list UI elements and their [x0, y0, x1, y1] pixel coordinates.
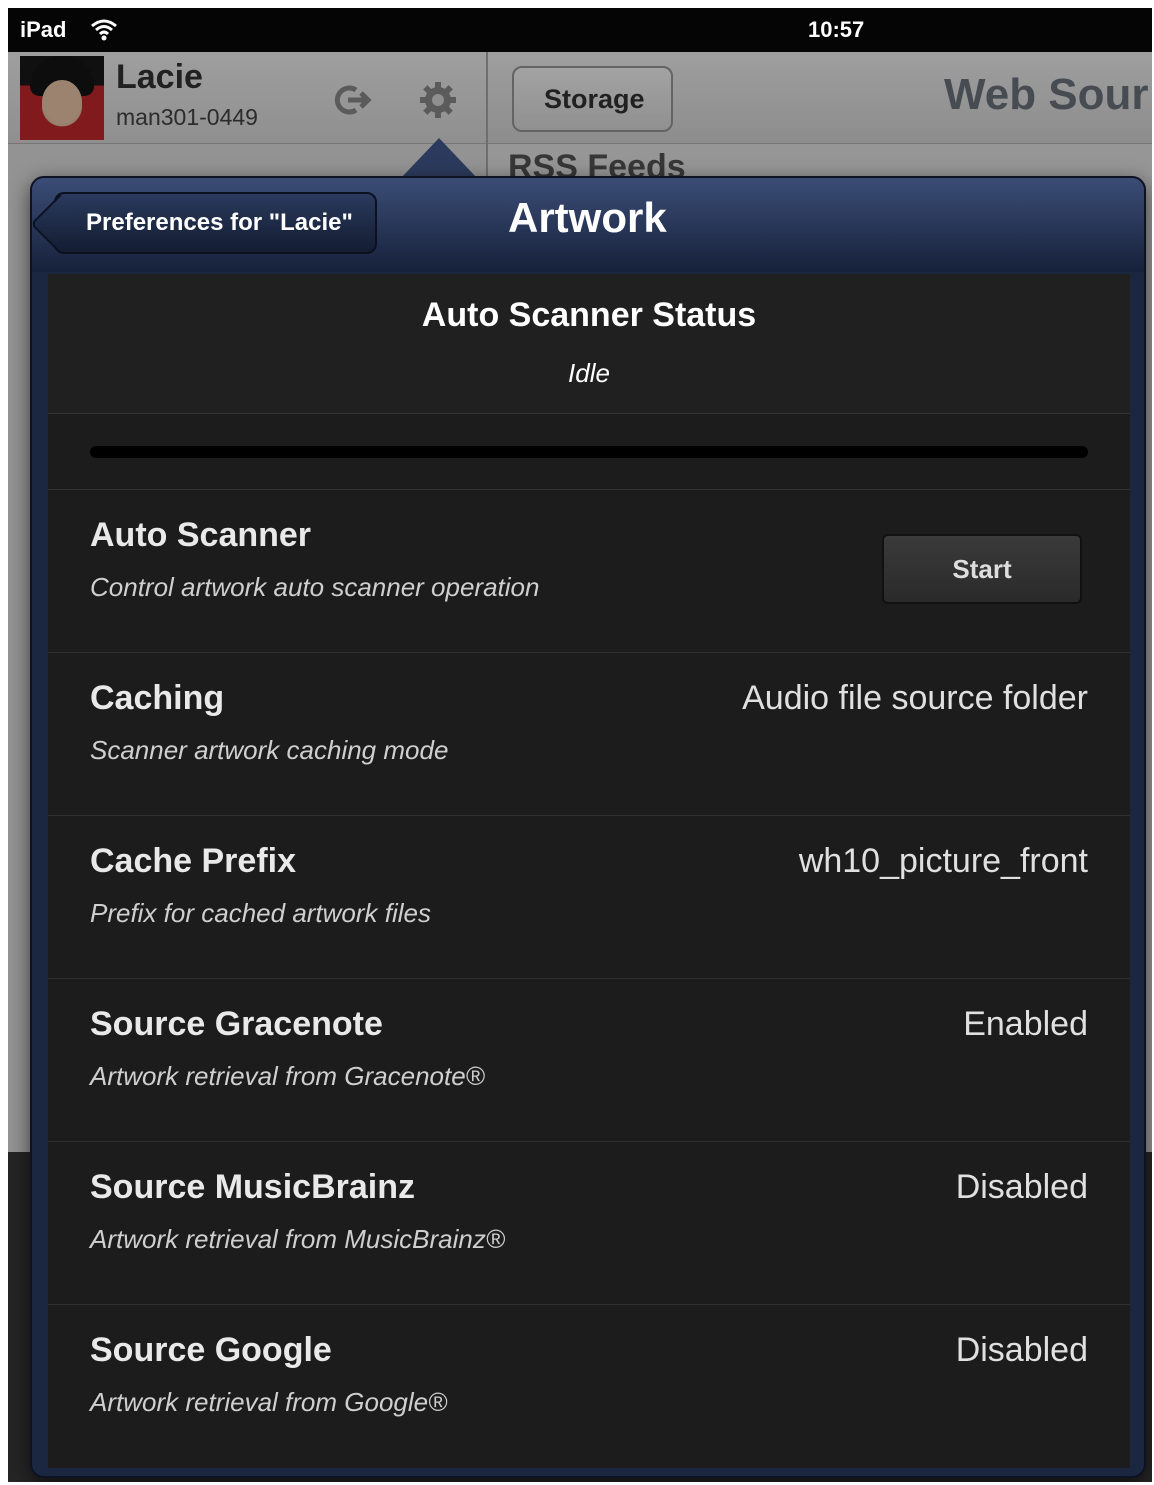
- source-gracenote-row[interactable]: Source Gracenote Artwork retrieval from …: [48, 979, 1130, 1142]
- popover-nav-bar: Preferences for "Lacie" Artwork: [32, 178, 1144, 272]
- auto-scanner-row: Auto Scanner Control artwork auto scanne…: [48, 490, 1130, 653]
- status-bar: iPad 10:57: [8, 8, 1152, 52]
- popover-arrow: [401, 138, 477, 178]
- carrier-label: iPad: [20, 17, 67, 42]
- artwork-popover: Preferences for "Lacie" Artwork Auto Sca…: [30, 176, 1146, 1478]
- wifi-icon: [91, 19, 117, 41]
- row-value: Enabled: [963, 1005, 1088, 1043]
- popover-title: Artwork: [508, 194, 667, 241]
- row-subtitle: Control artwork auto scanner operation: [90, 572, 540, 602]
- settings-list: Auto Scanner Status Idle Auto Scanner Co…: [48, 274, 1130, 1468]
- caching-row[interactable]: Caching Scanner artwork caching mode Aud…: [48, 653, 1130, 816]
- row-title: Source Gracenote: [90, 1005, 383, 1043]
- row-subtitle: Artwork retrieval from Google®: [90, 1387, 448, 1417]
- scanner-progress-bar: [90, 446, 1088, 458]
- source-musicbrainz-row[interactable]: Source MusicBrainz Artwork retrieval fro…: [48, 1142, 1130, 1305]
- preferences-back-button[interactable]: Preferences for "Lacie": [54, 192, 377, 254]
- row-subtitle: Artwork retrieval from MusicBrainz®: [90, 1224, 506, 1254]
- start-button[interactable]: Start: [882, 534, 1082, 604]
- scanner-status-value: Idle: [568, 358, 610, 388]
- row-subtitle: Artwork retrieval from Gracenote®: [90, 1061, 485, 1091]
- row-title: Cache Prefix: [90, 842, 296, 880]
- row-title: Source MusicBrainz: [90, 1168, 415, 1206]
- row-subtitle: Prefix for cached artwork files: [90, 898, 432, 928]
- row-title: Auto Scanner: [90, 516, 312, 554]
- ipad-screen: iPad 10:57 Lacie man301-0449 Storage Web…: [8, 8, 1152, 1482]
- row-value: Disabled: [955, 1331, 1088, 1369]
- scanner-status: Auto Scanner Status Idle: [48, 274, 1130, 414]
- row-value: Disabled: [955, 1168, 1088, 1206]
- row-title: Source Google: [90, 1331, 332, 1369]
- clock: 10:57: [808, 17, 865, 42]
- row-subtitle: Scanner artwork caching mode: [90, 735, 449, 765]
- scanner-progress-row: [48, 414, 1130, 490]
- source-google-row[interactable]: Source Google Artwork retrieval from Goo…: [48, 1305, 1130, 1468]
- scanner-status-title: Auto Scanner Status: [421, 296, 757, 334]
- row-value: Audio file source folder: [742, 679, 1088, 717]
- cache-prefix-row[interactable]: Cache Prefix Prefix for cached artwork f…: [48, 816, 1130, 979]
- row-title: Caching: [90, 679, 225, 717]
- row-value: wh10_picture_front: [798, 842, 1088, 880]
